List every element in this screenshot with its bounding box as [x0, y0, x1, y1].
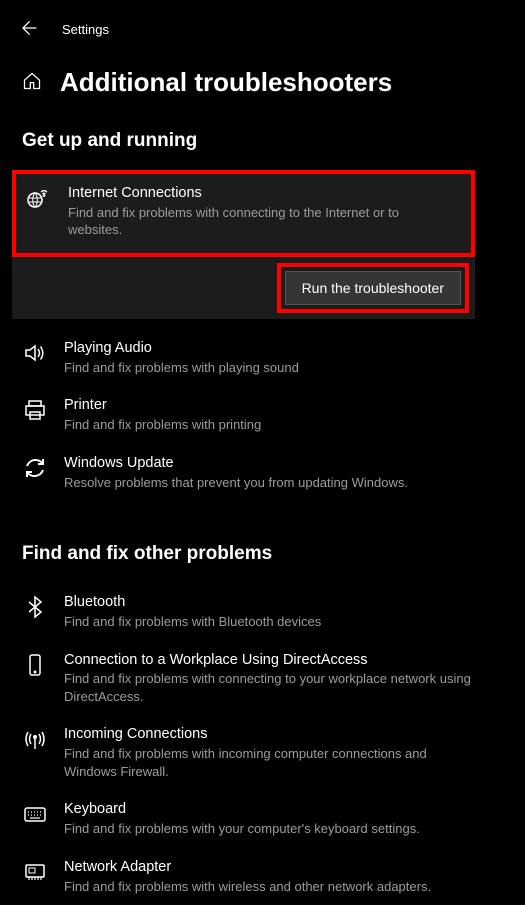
speaker-icon [22, 339, 48, 365]
item-text: Internet Connections Find and fix proble… [68, 184, 461, 239]
item-desc: Find and fix problems with printing [64, 416, 475, 434]
item-title: Connection to a Workplace Using DirectAc… [64, 651, 475, 670]
globe-wifi-icon [26, 184, 52, 210]
home-icon[interactable] [22, 71, 42, 94]
item-title: Bluetooth [64, 593, 475, 612]
run-row: Run the troubleshooter [12, 257, 475, 319]
item-text: Incoming Connections Find and fix proble… [64, 725, 515, 780]
troubleshooter-item-internet[interactable]: Internet Connections Find and fix proble… [12, 170, 475, 257]
item-title: Windows Update [64, 454, 475, 473]
item-text: Connection to a Workplace Using DirectAc… [64, 651, 515, 706]
item-title: Keyboard [64, 800, 475, 819]
item-text: Keyboard Find and fix problems with your… [64, 800, 515, 837]
item-text: Network Adapter Find and fix problems wi… [64, 858, 515, 895]
item-title: Printer [64, 396, 475, 415]
bluetooth-icon [22, 593, 48, 619]
page-title: Additional troubleshooters [60, 67, 392, 98]
item-desc: Resolve problems that prevent you from u… [64, 474, 475, 492]
item-desc: Find and fix problems with connecting to… [68, 204, 421, 239]
item-title: Internet Connections [68, 184, 421, 203]
item-desc: Find and fix problems with your computer… [64, 820, 475, 838]
item-text: Bluetooth Find and fix problems with Blu… [64, 593, 515, 630]
item-desc: Find and fix problems with wireless and … [64, 878, 475, 896]
keyboard-icon [22, 800, 48, 826]
item-title: Playing Audio [64, 339, 475, 358]
sync-icon [22, 454, 48, 480]
back-arrow-icon[interactable] [18, 18, 38, 41]
run-button-highlight: Run the troubleshooter [277, 263, 469, 313]
header: Settings [0, 0, 525, 51]
item-desc: Find and fix problems with connecting to… [64, 670, 475, 705]
phone-icon [22, 651, 48, 677]
run-troubleshooter-button[interactable]: Run the troubleshooter [285, 271, 461, 305]
network-adapter-icon [22, 858, 48, 884]
section-title-other: Find and fix other problems [0, 533, 525, 583]
troubleshooter-item-selected: Internet Connections Find and fix proble… [12, 170, 475, 319]
troubleshooter-item-directaccess[interactable]: Connection to a Workplace Using DirectAc… [0, 641, 525, 716]
item-text: Printer Find and fix problems with print… [64, 396, 515, 433]
app-title: Settings [62, 22, 109, 37]
troubleshooter-item-incoming[interactable]: Incoming Connections Find and fix proble… [0, 715, 525, 790]
item-desc: Find and fix problems with Bluetooth dev… [64, 613, 475, 631]
section-title-running: Get up and running [0, 120, 525, 170]
troubleshooter-item-bluetooth[interactable]: Bluetooth Find and fix problems with Blu… [0, 583, 525, 640]
item-title: Network Adapter [64, 858, 475, 877]
item-desc: Find and fix problems with playing sound [64, 359, 475, 377]
printer-icon [22, 396, 48, 422]
item-text: Playing Audio Find and fix problems with… [64, 339, 515, 376]
troubleshooter-item-printer[interactable]: Printer Find and fix problems with print… [0, 386, 525, 443]
item-text: Windows Update Resolve problems that pre… [64, 454, 515, 491]
troubleshooter-item-network[interactable]: Network Adapter Find and fix problems wi… [0, 848, 525, 905]
item-desc: Find and fix problems with incoming comp… [64, 745, 475, 780]
troubleshooter-item-update[interactable]: Windows Update Resolve problems that pre… [0, 444, 525, 501]
antenna-icon [22, 725, 48, 751]
troubleshooter-item-keyboard[interactable]: Keyboard Find and fix problems with your… [0, 790, 525, 847]
troubleshooter-item-audio[interactable]: Playing Audio Find and fix problems with… [0, 329, 525, 386]
item-title: Incoming Connections [64, 725, 475, 744]
page-title-row: Additional troubleshooters [0, 51, 525, 120]
section-gap [0, 501, 525, 533]
